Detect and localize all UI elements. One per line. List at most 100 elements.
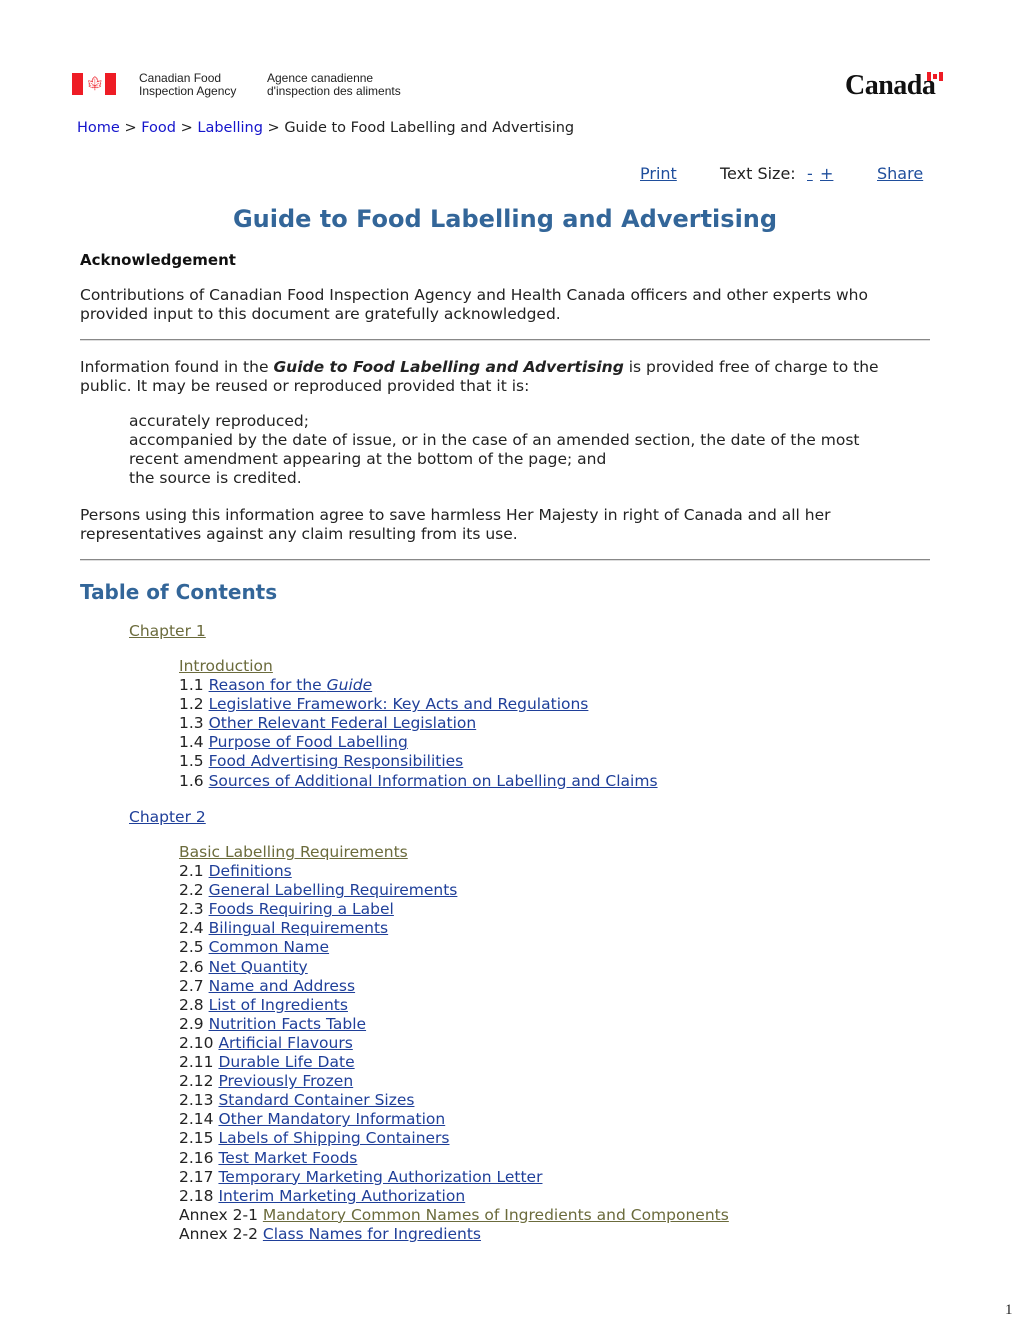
toc-item-link[interactable]: Definitions bbox=[209, 862, 292, 880]
condition-item: the source is credited. bbox=[129, 469, 302, 487]
toc-item-number: 2.11 bbox=[179, 1053, 214, 1072]
toc-item-link[interactable]: General Labelling Requirements bbox=[209, 881, 458, 899]
page-number: 1 bbox=[1005, 1302, 1013, 1318]
share-link[interactable]: Share bbox=[877, 164, 923, 183]
toc-item: 2.15 Labels of Shipping Containers bbox=[179, 1129, 729, 1148]
acknowledgement-heading: Acknowledgement bbox=[80, 251, 236, 269]
breadcrumb: Home > Food > Labelling > Guide to Food … bbox=[77, 120, 574, 136]
toc-item-number: 1.5 bbox=[179, 752, 204, 771]
breadcrumb-labelling[interactable]: Labelling bbox=[197, 120, 263, 136]
toc-item-number: 2.13 bbox=[179, 1091, 214, 1110]
print-link[interactable]: Print bbox=[640, 164, 677, 183]
toc-item: 1.5 Food Advertising Responsibilities bbox=[179, 752, 658, 771]
toc-section-title-link[interactable]: Basic Labelling Requirements bbox=[179, 843, 408, 861]
toc-item-number: 2.2 bbox=[179, 881, 204, 900]
toc-item-number: 2.10 bbox=[179, 1033, 214, 1052]
toc-item-number: 1.6 bbox=[179, 771, 204, 790]
breadcrumb-food[interactable]: Food bbox=[141, 120, 176, 136]
toc-item: 1.1 Reason for the Guide bbox=[179, 676, 658, 695]
toc-item-link[interactable]: Other Relevant Federal Legislation bbox=[209, 714, 477, 732]
canada-wordmark: Canada bbox=[845, 70, 936, 101]
text-size-increase-link[interactable]: + bbox=[820, 164, 833, 183]
toc-item-link[interactable]: Reason for the Guide bbox=[209, 676, 373, 694]
toc-section-title-link[interactable]: Introduction bbox=[179, 657, 273, 675]
text-size-decrease-link[interactable]: - bbox=[807, 164, 813, 183]
breadcrumb-home[interactable]: Home bbox=[77, 120, 120, 136]
toc-item-link[interactable]: Previously Frozen bbox=[218, 1072, 353, 1090]
agency-name-en-line2: Inspection Agency bbox=[139, 84, 237, 98]
agency-name-fr-line2: d'inspection des aliments bbox=[267, 84, 401, 98]
toc-item-link[interactable]: Bilingual Requirements bbox=[209, 919, 389, 937]
toc-item-link[interactable]: Labels of Shipping Containers bbox=[218, 1129, 449, 1147]
toc-item-number: 1.4 bbox=[179, 733, 204, 752]
toc-item-number: 2.7 bbox=[179, 976, 204, 995]
toc-item-link[interactable]: Net Quantity bbox=[209, 958, 308, 976]
toc-item: 1.3 Other Relevant Federal Legislation bbox=[179, 714, 658, 733]
toc-item: 2.14 Other Mandatory Information bbox=[179, 1110, 729, 1129]
toc-item-number: Annex 2-1 bbox=[179, 1205, 258, 1224]
toc-item: Annex 2-2 Class Names for Ingredients bbox=[179, 1225, 729, 1244]
toc-item-link[interactable]: Test Market Foods bbox=[218, 1149, 357, 1167]
toc-item: 2.3 Foods Requiring a Label bbox=[179, 900, 729, 919]
conditions-list: accurately reproduced; accompanied by th… bbox=[129, 412, 909, 488]
toc-item-number: 2.8 bbox=[179, 995, 204, 1014]
toc-item-number: 1.3 bbox=[179, 714, 204, 733]
toc-item-link[interactable]: Artificial Flavours bbox=[218, 1034, 352, 1052]
toc-item-link[interactable]: Class Names for Ingredients bbox=[263, 1225, 481, 1243]
toc-item: 2.1 Definitions bbox=[179, 862, 729, 881]
toc-item-link[interactable]: Food Advertising Responsibilities bbox=[209, 752, 464, 770]
toc-item-link[interactable]: Foods Requiring a Label bbox=[209, 900, 394, 918]
agency-signature-en: Canadian Food Inspection Agency bbox=[139, 72, 236, 98]
disclaimer-paragraph: Persons using this information agree to … bbox=[80, 506, 831, 543]
toc-item: 2.12 Previously Frozen bbox=[179, 1072, 729, 1091]
toc-item-number: 2.15 bbox=[179, 1129, 214, 1148]
information-paragraph: Information found in the Guide to Food L… bbox=[80, 358, 930, 396]
toc-item-link[interactable]: Common Name bbox=[209, 938, 329, 956]
toc-item-number: 2.4 bbox=[179, 919, 204, 938]
toc-item-link[interactable]: Nutrition Facts Table bbox=[209, 1015, 366, 1033]
toc-item-link[interactable]: Interim Marketing Authorization bbox=[218, 1187, 465, 1205]
canada-flag-icon: 🍁︎ bbox=[72, 73, 116, 95]
toc-chapter-2-link[interactable]: Chapter 2 bbox=[129, 808, 206, 826]
toc-item: 2.11 Durable Life Date bbox=[179, 1053, 729, 1072]
toc-item-number: 2.12 bbox=[179, 1072, 214, 1091]
toc-item: Annex 2-1 Mandatory Common Names of Ingr… bbox=[179, 1206, 729, 1225]
toc-item-number: 1.2 bbox=[179, 695, 204, 714]
toc-item-link[interactable]: Mandatory Common Names of Ingredients an… bbox=[263, 1206, 729, 1224]
toc-item: 2.10 Artificial Flavours bbox=[179, 1034, 729, 1053]
toc-item-link[interactable]: Legislative Framework: Key Acts and Regu… bbox=[209, 695, 589, 713]
toc-item: 1.2 Legislative Framework: Key Acts and … bbox=[179, 695, 658, 714]
toc-item: 2.6 Net Quantity bbox=[179, 958, 729, 977]
breadcrumb-separator: > bbox=[267, 120, 280, 136]
toc-item-link[interactable]: Sources of Additional Information on Lab… bbox=[209, 772, 658, 790]
toc-item: 2.2 General Labelling Requirements bbox=[179, 881, 729, 900]
toc-item: 2.4 Bilingual Requirements bbox=[179, 919, 729, 938]
toc-chapter-2-list: Basic Labelling Requirements 2.1 Definit… bbox=[179, 843, 729, 1244]
guide-title-emphasis: Guide to Food Labelling and Advertising bbox=[273, 358, 624, 376]
toc-item-number: 2.1 bbox=[179, 862, 204, 881]
breadcrumb-separator: > bbox=[180, 120, 193, 136]
acknowledgement-text: Contributions of Canadian Food Inspectio… bbox=[80, 286, 868, 323]
toc-item-number: 2.18 bbox=[179, 1186, 214, 1205]
breadcrumb-current: Guide to Food Labelling and Advertising bbox=[284, 120, 575, 136]
toc-item-link[interactable]: List of Ingredients bbox=[209, 996, 348, 1014]
toc-item-number: Annex 2-2 bbox=[179, 1224, 258, 1243]
toc-item: 2.16 Test Market Foods bbox=[179, 1149, 729, 1168]
toc-item-link[interactable]: Other Mandatory Information bbox=[218, 1110, 445, 1128]
toc-item-link[interactable]: Name and Address bbox=[209, 977, 355, 995]
toc-item-link[interactable]: Temporary Marketing Authorization Letter bbox=[218, 1168, 542, 1186]
wordmark-flag-icon bbox=[927, 72, 943, 81]
toc-item-link[interactable]: Purpose of Food Labelling bbox=[209, 733, 408, 751]
toc-item-link[interactable]: Durable Life Date bbox=[218, 1053, 354, 1071]
toc-item-number: 2.17 bbox=[179, 1167, 214, 1186]
toc-item-link[interactable]: Standard Container Sizes bbox=[218, 1091, 414, 1109]
toc-item: 1.6 Sources of Additional Information on… bbox=[179, 772, 658, 791]
maple-leaf-icon: 🍁︎ bbox=[86, 76, 104, 92]
toc-item: 2.7 Name and Address bbox=[179, 977, 729, 996]
toc-item: 2.18 Interim Marketing Authorization bbox=[179, 1187, 729, 1206]
divider bbox=[80, 339, 930, 341]
toc-chapter-1-link[interactable]: Chapter 1 bbox=[129, 622, 206, 640]
toc-item: 2.17 Temporary Marketing Authorization L… bbox=[179, 1168, 729, 1187]
toc-item-number: 2.14 bbox=[179, 1110, 214, 1129]
divider bbox=[80, 559, 930, 561]
